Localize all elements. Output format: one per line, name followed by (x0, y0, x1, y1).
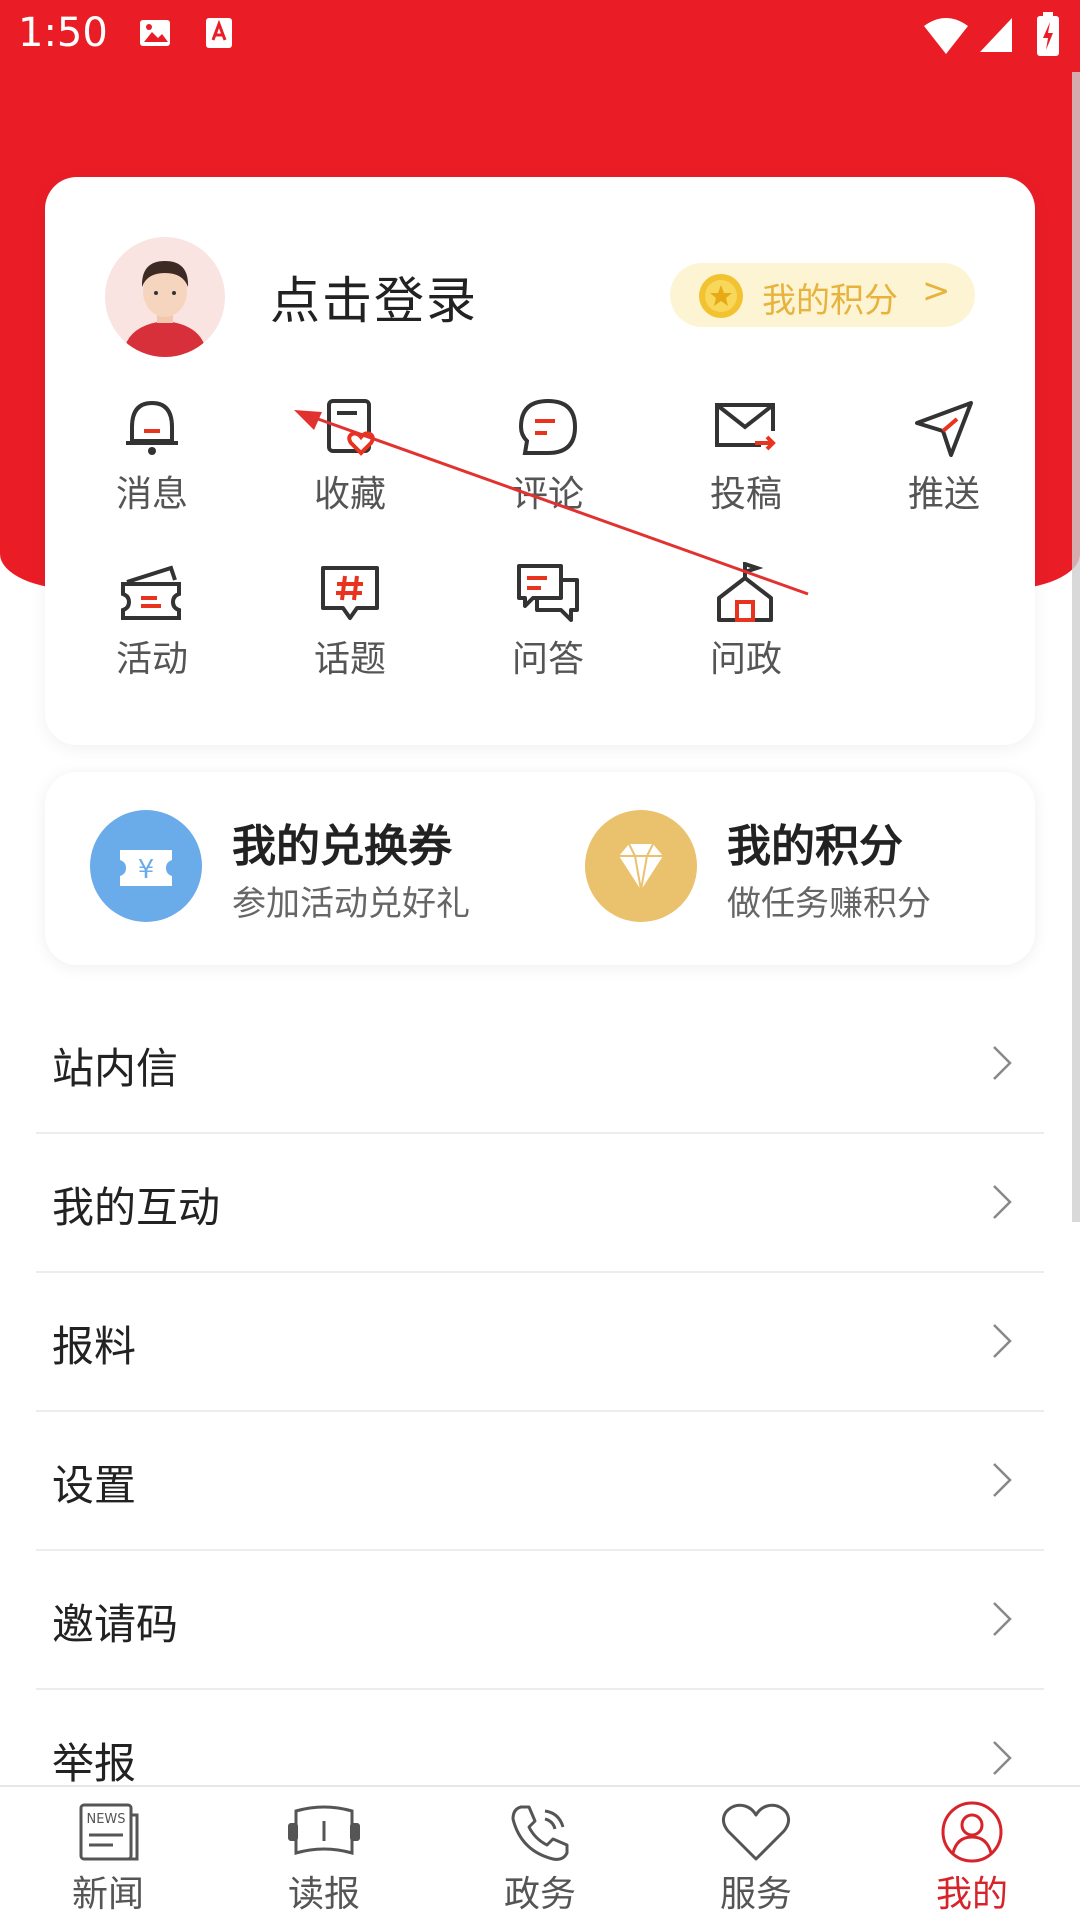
grid-item-activities[interactable]: 活动 (82, 562, 222, 692)
favorite-icon (327, 399, 375, 456)
diamond-icon (585, 810, 697, 922)
menu-item-label: 我的互动 (52, 1183, 221, 1232)
grid-label: 活动 (115, 639, 188, 680)
tab-label: 读报 (287, 1874, 360, 1915)
image-icon (138, 16, 172, 54)
grid-item-politics[interactable]: 问政 (676, 562, 816, 692)
menu-item-label: 报料 (52, 1322, 137, 1371)
news-icon: NEWS (79, 1803, 139, 1861)
profile-card: 点击登录 我的积分 > 消息 收藏 评论 投稿 推送 活动 话题 问答 问政 (45, 177, 1035, 745)
chevron-right-icon (993, 1463, 1012, 1497)
my-points-entry[interactable]: 我的积分 做任务赚积分 (585, 810, 1045, 930)
user-icon (941, 1801, 1003, 1863)
voucher-subtitle: 参加活动兑好礼 (232, 884, 470, 924)
grid-item-favorites[interactable]: 收藏 (280, 397, 420, 527)
tab-news[interactable]: NEWS 新闻 (38, 1801, 178, 1917)
tab-label: 我的 (935, 1874, 1008, 1915)
signal-icon (978, 16, 1014, 58)
grid-item-submit[interactable]: 投稿 (676, 397, 816, 527)
menu-item-invite-code[interactable]: 邀请码 (36, 1551, 1044, 1690)
grid-label: 问答 (511, 639, 584, 680)
grid-item-qa[interactable]: 问答 (478, 562, 618, 692)
grid-item-messages[interactable]: 消息 (82, 397, 222, 527)
points-label: 我的积分 (762, 281, 898, 321)
promo-card: ¥ 我的兑换券 参加活动兑好礼 我的积分 做任务赚积分 (45, 772, 1035, 965)
voucher-icon: ¥ (90, 810, 202, 922)
chevron-right-icon (993, 1046, 1012, 1080)
bottom-tab-bar: NEWS 新闻 读报 政务 服务 我的 (0, 1785, 1080, 1922)
mail-submit-icon (715, 403, 776, 451)
grid-label: 投稿 (709, 474, 782, 515)
menu-item-label: 邀请码 (52, 1600, 179, 1649)
svg-text:¥: ¥ (138, 855, 155, 885)
menu-item-inbox[interactable]: 站内信 (36, 995, 1044, 1134)
tab-government[interactable]: 政务 (470, 1801, 610, 1917)
tab-label: 政务 (503, 1874, 576, 1915)
grid-label: 收藏 (313, 474, 386, 515)
comment-icon (518, 398, 578, 455)
my-vouchers-entry[interactable]: ¥ 我的兑换券 参加活动兑好礼 (90, 810, 550, 930)
grid-item-topics[interactable]: 话题 (280, 562, 420, 692)
points-subtitle: 做任务赚积分 (727, 884, 931, 924)
menu-item-label: 举报 (52, 1739, 137, 1788)
grid-label: 消息 (115, 474, 188, 515)
avatar[interactable] (105, 237, 225, 357)
menu-item-label: 站内信 (52, 1044, 179, 1093)
house-flag-icon (717, 562, 773, 622)
menu-item-settings[interactable]: 设置 (36, 1412, 1044, 1551)
tab-newspaper[interactable]: 读报 (254, 1801, 394, 1917)
heart-icon (721, 1803, 791, 1861)
qa-icon (517, 564, 579, 622)
grid-item-comments[interactable]: 评论 (478, 397, 618, 527)
points-arrow: > (922, 271, 951, 311)
menu-item-report-news[interactable]: 报料 (36, 1273, 1044, 1412)
chevron-right-icon (993, 1741, 1012, 1775)
voucher-title: 我的兑换券 (232, 821, 452, 872)
topic-icon (321, 566, 379, 620)
coin-icon (698, 273, 744, 323)
settings-menu: 站内信 我的互动 报料 设置 邀请码 举报 (36, 995, 1044, 1827)
app-notification-icon (204, 16, 234, 54)
status-time: 1:50 (18, 10, 108, 56)
ticket-icon (121, 565, 181, 620)
wifi-icon (922, 16, 970, 60)
svg-text:NEWS: NEWS (86, 1812, 125, 1827)
chevron-right-icon (993, 1602, 1012, 1636)
grid-label: 问政 (709, 639, 782, 680)
tab-label: 服务 (719, 1874, 792, 1915)
my-points-button[interactable]: 我的积分 > (670, 263, 975, 327)
status-bar: 1:50 (0, 0, 1080, 72)
grid-label: 评论 (511, 474, 584, 515)
grid-item-push[interactable]: 推送 (874, 397, 1014, 527)
grid-label: 话题 (313, 639, 386, 680)
points-title: 我的积分 (727, 821, 903, 872)
bell-icon (126, 400, 178, 455)
tab-label: 新闻 (71, 1874, 144, 1915)
tab-services[interactable]: 服务 (686, 1801, 826, 1917)
newspaper-icon (288, 1805, 360, 1855)
menu-item-label: 设置 (52, 1461, 137, 1510)
chevron-right-icon (993, 1324, 1012, 1358)
menu-item-interactions[interactable]: 我的互动 (36, 1134, 1044, 1273)
chevron-right-icon (993, 1185, 1012, 1219)
send-icon (915, 401, 973, 457)
tab-me[interactable]: 我的 (902, 1801, 1042, 1917)
scrollbar[interactable] (1072, 72, 1080, 1222)
phone-icon (511, 1805, 569, 1861)
grid-label: 推送 (907, 474, 980, 515)
login-prompt[interactable]: 点击登录 (270, 261, 478, 333)
battery-icon (1036, 12, 1060, 60)
